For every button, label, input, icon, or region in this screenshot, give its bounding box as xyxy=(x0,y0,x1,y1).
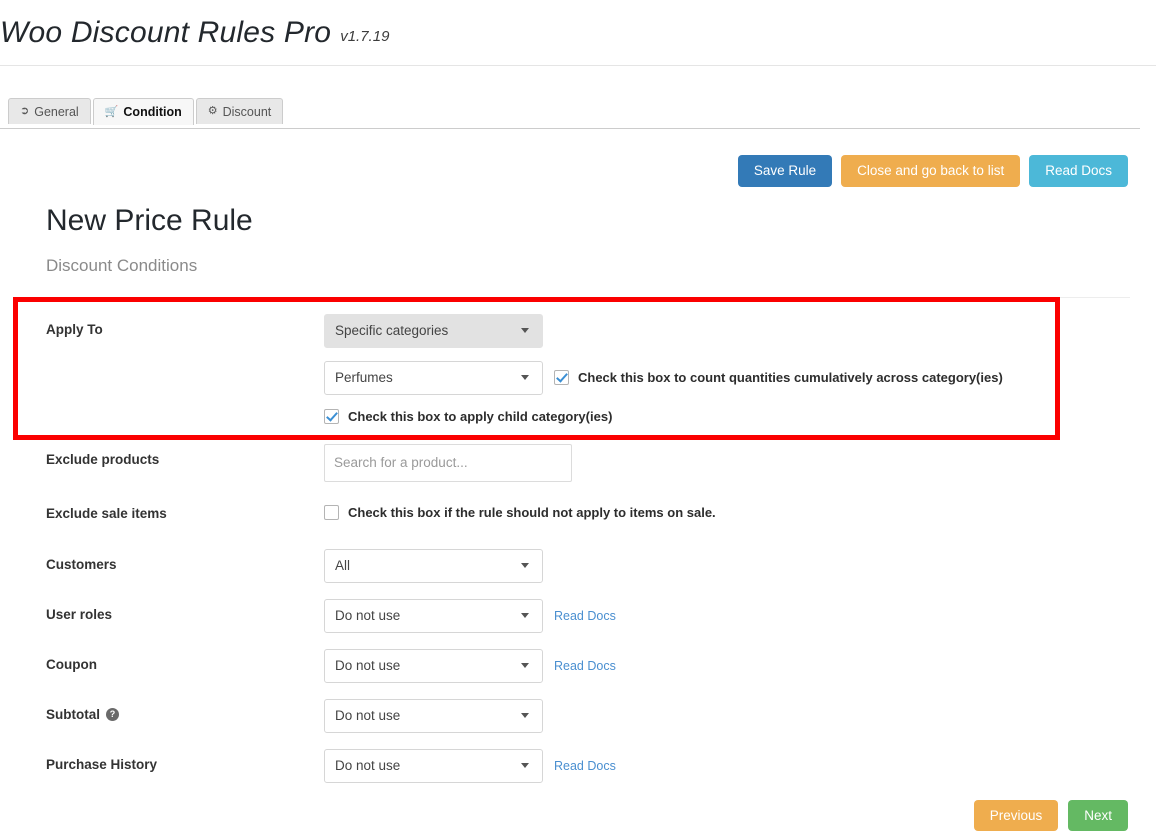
chevron-down-icon xyxy=(521,663,529,668)
user-roles-read-docs-link[interactable]: Read Docs xyxy=(554,609,616,623)
save-rule-button[interactable]: Save Rule xyxy=(738,155,832,187)
chevron-down-icon xyxy=(521,763,529,768)
customers-field-cell: All xyxy=(324,549,1156,583)
purchase-history-label: Purchase History xyxy=(46,757,157,772)
coupon-field-cell: Do not use Read Docs xyxy=(324,649,1156,683)
tab-discount-label: Discount xyxy=(223,100,272,124)
child-categories-label: Check this box to apply child category(i… xyxy=(348,409,612,424)
purchase-history-read-docs-link[interactable]: Read Docs xyxy=(554,759,616,773)
purchase-history-value: Do not use xyxy=(335,758,400,773)
coupon-label: Coupon xyxy=(46,657,97,672)
coupon-label-cell: Coupon xyxy=(46,649,324,672)
plugin-version: v1.7.19 xyxy=(340,28,389,45)
row-user-roles: User roles Do not use Read Docs xyxy=(0,599,1156,634)
apply-to-label: Apply To xyxy=(46,322,103,337)
exclude-sale-items-label-cell: Exclude sale items xyxy=(46,498,324,521)
row-coupon: Coupon Do not use Read Docs xyxy=(0,649,1156,684)
exclude-sale-items-checkbox-row[interactable]: Check this box if the rule should not ap… xyxy=(324,498,1156,520)
child-categories-checkbox-row[interactable]: Check this box to apply child category(i… xyxy=(324,409,1156,424)
row-subtotal: Subtotal ? Do not use xyxy=(0,699,1156,734)
apply-to-category-select[interactable]: Perfumes xyxy=(324,361,543,395)
page-title: Woo Discount Rules Pro xyxy=(0,16,331,50)
subtotal-field-cell: Do not use xyxy=(324,699,1156,733)
user-roles-field-cell: Do not use Read Docs xyxy=(324,599,1156,633)
tab-general-label: General xyxy=(34,100,78,124)
subtotal-value: Do not use xyxy=(335,708,400,723)
exclude-products-search-input[interactable] xyxy=(324,444,572,482)
page-heading: New Price Rule Discount Conditions xyxy=(0,187,1156,276)
rule-subtitle: Discount Conditions xyxy=(46,256,1156,276)
chevron-down-icon xyxy=(521,328,529,333)
row-exclude-sale-items: Exclude sale items Check this box if the… xyxy=(0,498,1156,533)
cumulative-quantities-checkbox[interactable] xyxy=(554,370,569,385)
user-roles-value: Do not use xyxy=(335,608,400,623)
close-and-go-back-button[interactable]: Close and go back to list xyxy=(841,155,1020,187)
chevron-down-icon xyxy=(521,563,529,568)
exclude-products-label-cell: Exclude products xyxy=(46,444,324,467)
row-exclude-products: Exclude products xyxy=(0,444,1156,482)
tab-general[interactable]: ➲ General xyxy=(8,98,91,124)
customers-label-cell: Customers xyxy=(46,549,324,572)
top-action-bar: Save Rule Close and go back to list Read… xyxy=(0,129,1156,187)
tab-underline xyxy=(0,128,1140,129)
row-customers: Customers All xyxy=(0,549,1156,584)
user-roles-label-cell: User roles xyxy=(46,599,324,622)
tab-discount[interactable]: ⚙ Discount xyxy=(196,98,284,124)
apply-to-type-select[interactable]: Specific categories xyxy=(324,314,543,348)
help-icon[interactable]: ? xyxy=(106,708,119,721)
exclude-sale-items-field-cell: Check this box if the rule should not ap… xyxy=(324,498,1156,520)
gears-icon: ⚙ xyxy=(208,106,218,117)
user-roles-select[interactable]: Do not use xyxy=(324,599,543,633)
read-docs-button[interactable]: Read Docs xyxy=(1029,155,1128,187)
purchase-history-label-cell: Purchase History xyxy=(46,749,324,772)
cart-icon: 🛒 xyxy=(105,107,119,118)
cumulative-quantities-label: Check this box to count quantities cumul… xyxy=(578,370,1003,385)
subtotal-label: Subtotal xyxy=(46,707,100,722)
child-categories-checkbox[interactable] xyxy=(324,409,339,424)
exclude-products-field-cell xyxy=(324,444,1156,482)
tab-condition[interactable]: 🛒 Condition xyxy=(93,98,194,125)
user-roles-label: User roles xyxy=(46,607,112,622)
tag-icon: ➲ xyxy=(20,106,29,117)
purchase-history-select[interactable]: Do not use xyxy=(324,749,543,783)
coupon-select[interactable]: Do not use xyxy=(324,649,543,683)
tab-bar: ➲ General 🛒 Condition ⚙ Discount xyxy=(0,66,1156,129)
apply-to-field-cell: Specific categories Perfumes Check this … xyxy=(324,314,1156,424)
cumulative-quantities-checkbox-row[interactable]: Check this box to count quantities cumul… xyxy=(554,370,1003,385)
chevron-down-icon xyxy=(521,713,529,718)
apply-to-category-value: Perfumes xyxy=(335,370,393,385)
exclude-sale-items-checkbox-label: Check this box if the rule should not ap… xyxy=(348,505,716,520)
subtotal-select[interactable]: Do not use xyxy=(324,699,543,733)
customers-label: Customers xyxy=(46,557,117,572)
exclude-sale-items-label: Exclude sale items xyxy=(46,506,167,521)
rule-title: New Price Rule xyxy=(46,203,1156,239)
coupon-read-docs-link[interactable]: Read Docs xyxy=(554,659,616,673)
exclude-products-label: Exclude products xyxy=(46,452,159,467)
previous-button[interactable]: Previous xyxy=(974,800,1059,831)
apply-to-type-value: Specific categories xyxy=(335,323,448,338)
customers-select[interactable]: All xyxy=(324,549,543,583)
coupon-value: Do not use xyxy=(335,658,400,673)
exclude-sale-items-checkbox[interactable] xyxy=(324,505,339,520)
conditions-form: Apply To Specific categories Perfumes Ch… xyxy=(0,297,1156,784)
subtotal-label-cell: Subtotal ? xyxy=(46,699,324,722)
form-top-divider xyxy=(46,297,1130,298)
customers-value: All xyxy=(335,558,350,573)
row-apply-to: Apply To Specific categories Perfumes Ch… xyxy=(0,297,1156,424)
chevron-down-icon xyxy=(521,613,529,618)
bottom-nav: Previous Next xyxy=(0,784,1156,831)
plugin-header: Woo Discount Rules Pro v1.7.19 xyxy=(0,0,1156,66)
next-button[interactable]: Next xyxy=(1068,800,1128,831)
apply-to-label-cell: Apply To xyxy=(46,314,324,337)
chevron-down-icon xyxy=(521,375,529,380)
purchase-history-field-cell: Do not use Read Docs xyxy=(324,749,1156,783)
tab-condition-label: Condition xyxy=(123,100,181,125)
row-purchase-history: Purchase History Do not use Read Docs xyxy=(0,749,1156,784)
